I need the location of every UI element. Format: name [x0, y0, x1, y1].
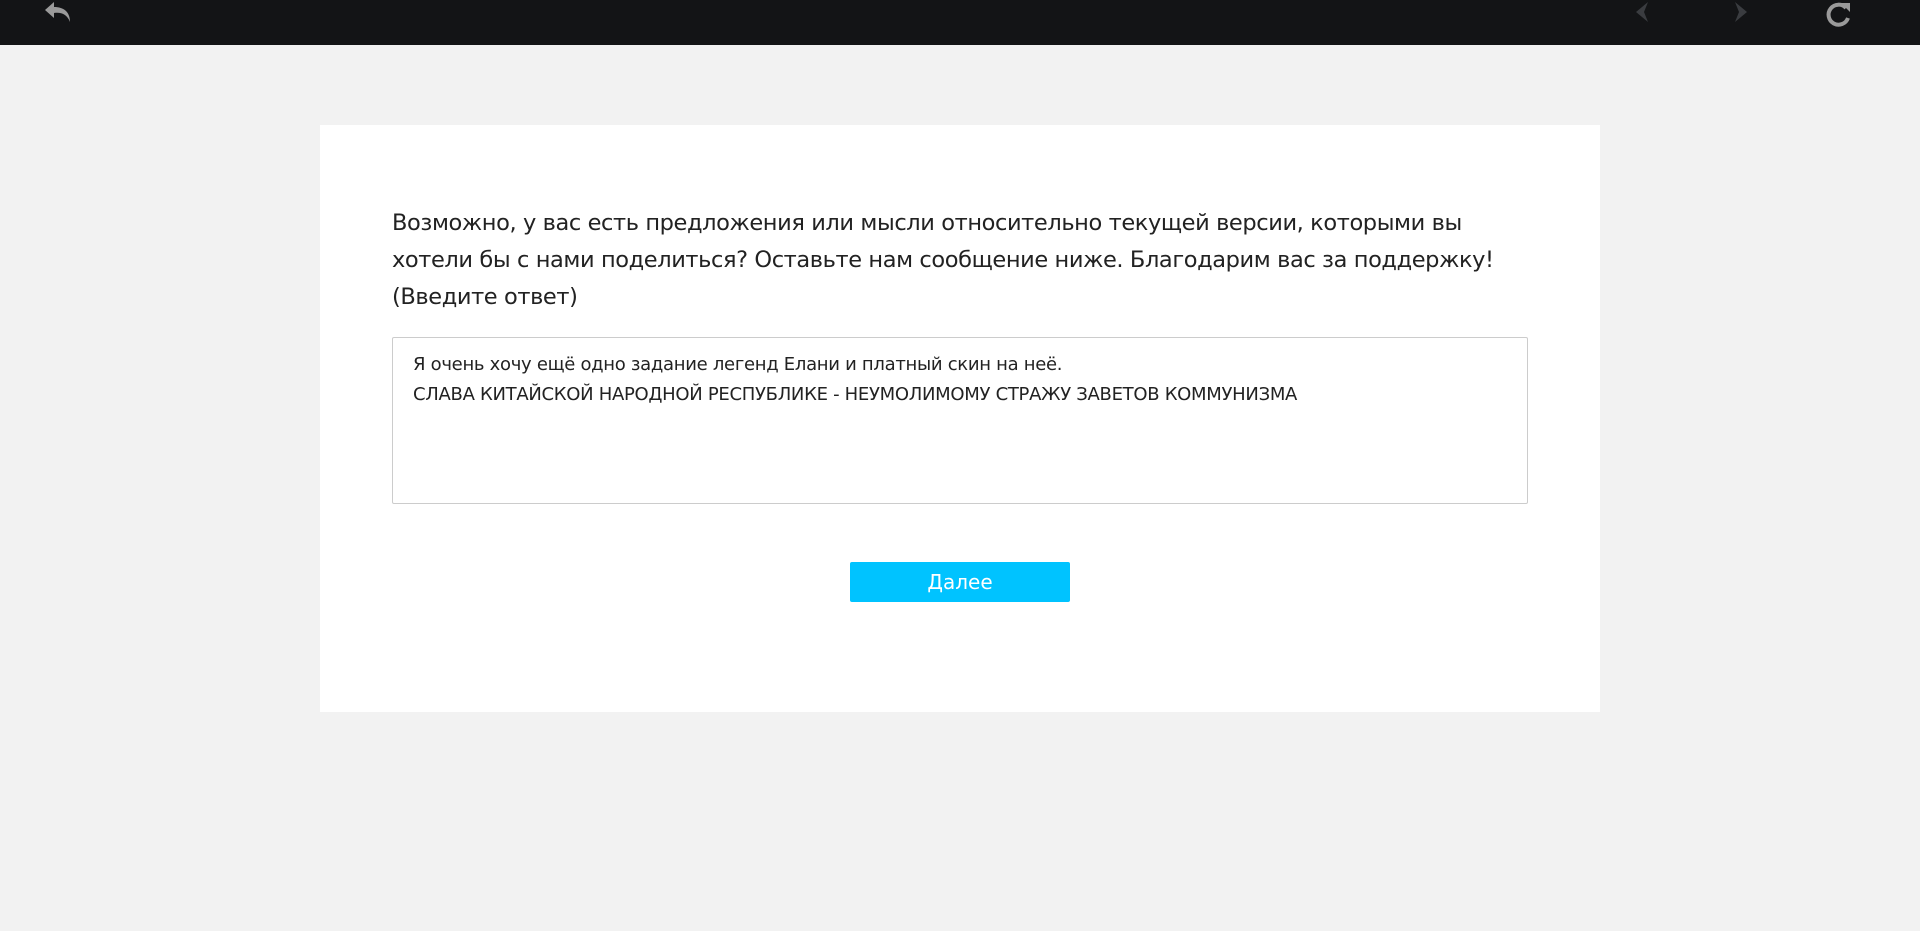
- reload-icon: [1826, 2, 1850, 27]
- survey-question: Возможно, у вас есть предложения или мыс…: [392, 210, 1494, 310]
- next-arrow-icon: [1735, 2, 1747, 22]
- next-nav-button[interactable]: [1718, 0, 1762, 32]
- survey-card: Возможно, у вас есть предложения или мыс…: [320, 125, 1600, 712]
- answer-textarea[interactable]: [392, 337, 1528, 504]
- undo-arrow-icon: [45, 2, 70, 22]
- next-button[interactable]: Далее: [850, 562, 1070, 602]
- prev-arrow-icon: [1636, 2, 1648, 22]
- back-button[interactable]: [38, 0, 82, 32]
- reload-button[interactable]: [1816, 0, 1860, 32]
- prev-button[interactable]: [1621, 0, 1665, 32]
- top-toolbar: [0, 0, 1920, 45]
